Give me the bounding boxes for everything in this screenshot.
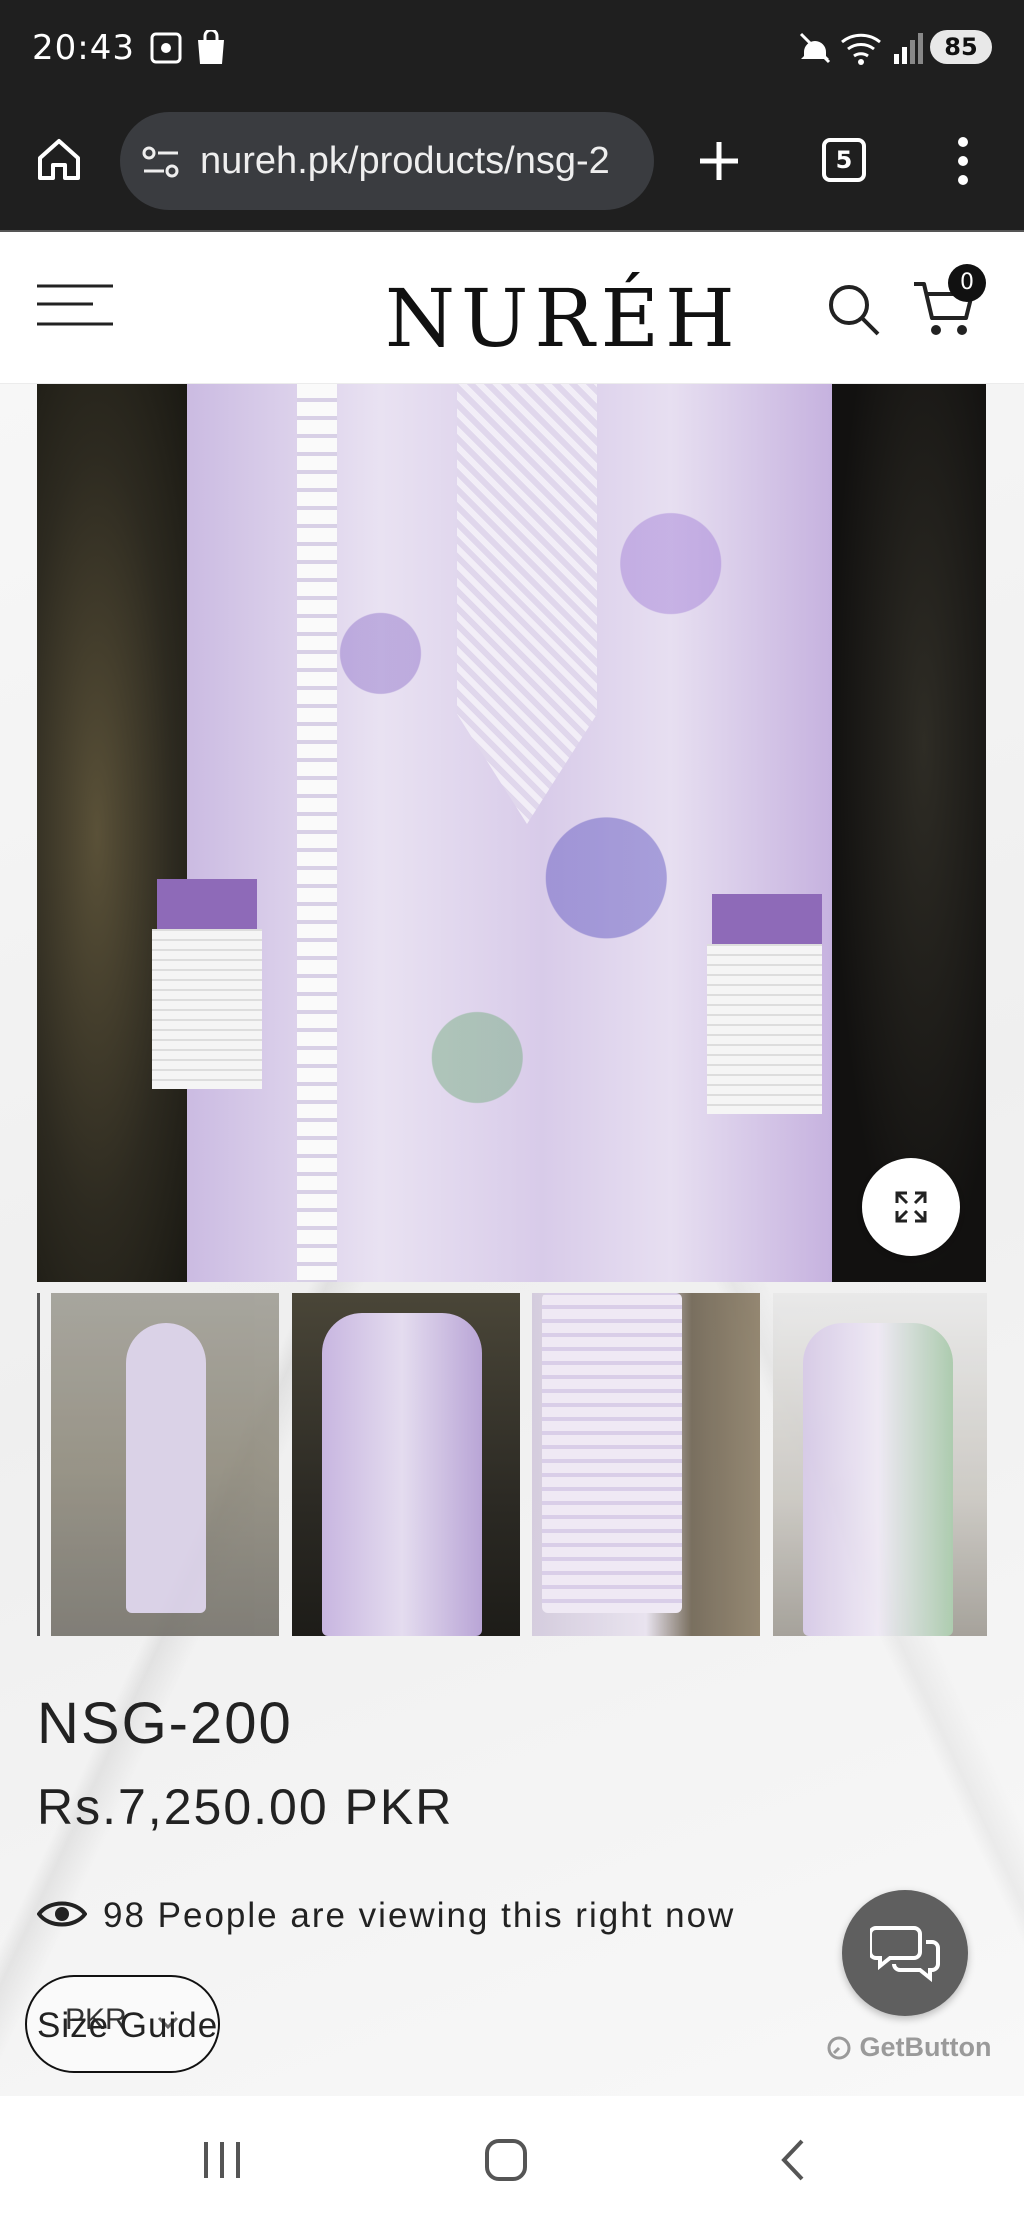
status-time: 20:43 [32, 28, 135, 68]
model-figure [126, 1323, 206, 1613]
cart-count-badge: 0 [948, 264, 986, 302]
sleeve-cuff-left [152, 929, 262, 1089]
site-header: NURÉH 0 [0, 234, 1024, 384]
getbutton-text: GetButton [859, 2032, 992, 2062]
menu-icon[interactable] [37, 282, 113, 334]
size-guide-link[interactable]: Size Guide [37, 2006, 218, 2046]
product-price: Rs.7,250.00 PKR [37, 1779, 454, 1835]
sleeve-detail [542, 1293, 682, 1613]
model-figure [322, 1313, 482, 1636]
lace-trim [297, 384, 337, 1282]
viewers-text: 98 People are viewing this right now [103, 1896, 736, 1935]
thumbnail-2[interactable] [292, 1293, 520, 1636]
getbutton-brand[interactable]: GetButton [826, 2032, 991, 2063]
url-text: nureh.pk/products/nsg-2 [200, 140, 610, 182]
more-menu-icon[interactable] [952, 136, 974, 190]
wifi-icon [840, 30, 886, 70]
thumbnail-1[interactable] [51, 1293, 279, 1636]
expand-icon [893, 1189, 929, 1229]
browser-toolbar: nureh.pk/products/nsg-2 5 [0, 100, 1024, 232]
tab-switcher-button[interactable]: 5 [822, 138, 866, 182]
product-title: NSG-200 [37, 1691, 293, 1756]
sleeve-band-right [712, 894, 822, 944]
mute-icon [798, 30, 832, 70]
new-tab-icon[interactable] [696, 138, 742, 188]
sleeve-band-left [157, 879, 257, 929]
eye-icon [36, 1898, 88, 1934]
thumbnail-3[interactable] [532, 1293, 760, 1636]
address-bar[interactable]: nureh.pk/products/nsg-2 [120, 112, 654, 210]
site-logo[interactable]: NURÉH [385, 272, 741, 365]
getbutton-logo-icon [826, 2032, 860, 2062]
back-icon[interactable] [778, 2138, 808, 2186]
model-figure [803, 1323, 953, 1636]
home-icon[interactable] [34, 134, 84, 188]
shopping-bag-icon [194, 28, 228, 70]
rock-left [37, 384, 187, 1282]
rock-right [831, 384, 986, 1282]
main-product-image[interactable] [37, 384, 986, 1282]
system-navigation-bar [0, 2096, 1024, 2219]
status-bar: 20:43 85 [0, 0, 1024, 100]
chat-bubbles-icon [868, 1922, 940, 1988]
home-button-icon[interactable] [484, 2138, 528, 2186]
chat-button[interactable] [842, 1890, 968, 2016]
screenshot-icon [148, 30, 184, 70]
battery-indicator: 85 [930, 30, 992, 64]
thumbnail-4[interactable] [773, 1293, 987, 1636]
site-settings-icon[interactable] [140, 142, 182, 186]
sleeve-cuff-right [707, 944, 822, 1114]
zoom-button[interactable] [862, 1158, 960, 1256]
search-icon[interactable] [826, 282, 882, 342]
signal-icon [892, 30, 926, 70]
thumbnail-scroll-indicator [37, 1293, 40, 1636]
recent-apps-icon[interactable] [200, 2140, 244, 2184]
